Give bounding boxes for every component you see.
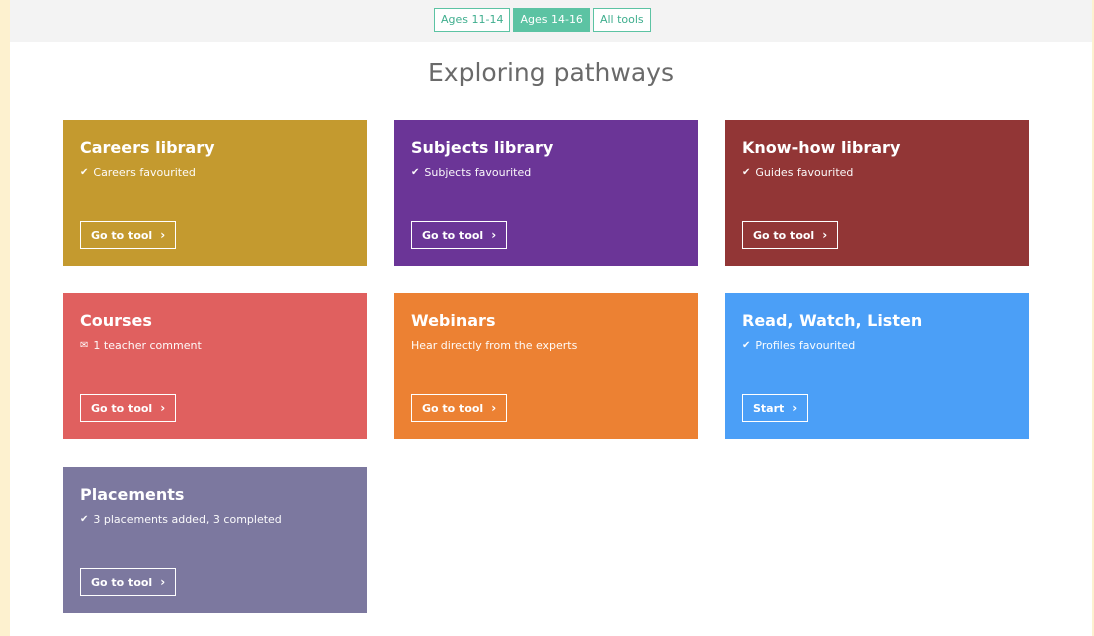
page: Ages 11-14 Ages 14-16 All tools Explorin… — [10, 0, 1092, 636]
card-subtitle-text: 1 teacher comment — [93, 339, 202, 352]
card-title: Webinars — [411, 311, 496, 330]
subjects-library-card: Subjects library ✔ Subjects favourited G… — [394, 120, 698, 266]
button-label: Go to tool — [753, 228, 815, 242]
card-subtitle: ✔ 3 placements added, 3 completed — [80, 513, 350, 527]
button-label: Go to tool — [422, 228, 484, 242]
card-title: Placements — [80, 485, 185, 504]
card-subtitle-text: Subjects favourited — [424, 166, 532, 179]
chevron-right-icon: › — [160, 228, 166, 242]
card-subtitle: ✔ Careers favourited — [80, 166, 350, 180]
go-to-tool-button[interactable]: Go to tool › — [411, 394, 508, 422]
know-how-library-card: Know-how library ✔ Guides favourited Go … — [725, 120, 1029, 266]
chevron-right-icon: › — [491, 228, 497, 242]
tab-all-tools[interactable]: All tools — [592, 8, 651, 32]
check-icon: ✔ — [80, 514, 89, 525]
card-subtitle-text: 3 placements added, 3 completed — [93, 513, 282, 526]
page-title: Exploring pathways — [427, 58, 674, 87]
tab-ages-11-14[interactable]: Ages 11-14 — [434, 8, 511, 32]
button-label: Go to tool — [422, 401, 484, 415]
button-label: Start — [753, 401, 785, 415]
button-label: Go to tool — [91, 401, 153, 415]
courses-card: Courses ✉ 1 teacher comment Go to tool › — [63, 293, 367, 439]
chevron-right-icon: › — [160, 401, 166, 415]
go-to-tool-button[interactable]: Go to tool › — [80, 394, 177, 422]
card-subtitle: ✔ Subjects favourited — [411, 166, 681, 180]
card-subtitle-text: Hear directly from the experts — [411, 339, 578, 352]
go-to-tool-button[interactable]: Go to tool › — [80, 221, 177, 249]
check-icon: ✔ — [742, 340, 751, 351]
card-subtitle-text: Profiles favourited — [755, 339, 856, 352]
start-button[interactable]: Start › — [742, 394, 809, 422]
card-subtitle: Hear directly from the experts — [411, 339, 681, 353]
card-title: Courses — [80, 311, 152, 330]
placements-card: Placements ✔ 3 placements added, 3 compl… — [63, 467, 367, 613]
go-to-tool-button[interactable]: Go to tool › — [742, 221, 839, 249]
card-subtitle: ✔ Guides favourited — [742, 166, 1012, 180]
card-title: Know-how library — [742, 138, 901, 157]
age-filter-bar: Ages 11-14 Ages 14-16 All tools — [10, 0, 1092, 42]
chevron-right-icon: › — [491, 401, 497, 415]
check-icon: ✔ — [411, 167, 420, 178]
button-label: Go to tool — [91, 575, 153, 589]
age-tabs: Ages 11-14 Ages 14-16 All tools — [434, 8, 651, 32]
card-subtitle: ✔ Profiles favourited — [742, 339, 1012, 353]
go-to-tool-button[interactable]: Go to tool › — [80, 568, 177, 596]
card-subtitle: ✉ 1 teacher comment — [80, 339, 350, 353]
card-subtitle-text: Careers favourited — [93, 166, 196, 179]
card-title: Subjects library — [411, 138, 554, 157]
check-icon: ✔ — [80, 167, 89, 178]
careers-library-card: Careers library ✔ Careers favourited Go … — [63, 120, 367, 266]
chevron-right-icon: › — [822, 228, 828, 242]
check-icon: ✔ — [742, 167, 751, 178]
chevron-right-icon: › — [792, 401, 798, 415]
card-title: Read, Watch, Listen — [742, 311, 923, 330]
read-watch-listen-card: Read, Watch, Listen ✔ Profiles favourite… — [725, 293, 1029, 439]
tab-ages-14-16[interactable]: Ages 14-16 — [513, 8, 590, 32]
chevron-right-icon: › — [160, 575, 166, 589]
card-title: Careers library — [80, 138, 215, 157]
card-subtitle-text: Guides favourited — [755, 166, 854, 179]
envelope-icon: ✉ — [80, 340, 89, 351]
button-label: Go to tool — [91, 228, 153, 242]
webinars-card: Webinars Hear directly from the experts … — [394, 293, 698, 439]
go-to-tool-button[interactable]: Go to tool › — [411, 221, 508, 249]
